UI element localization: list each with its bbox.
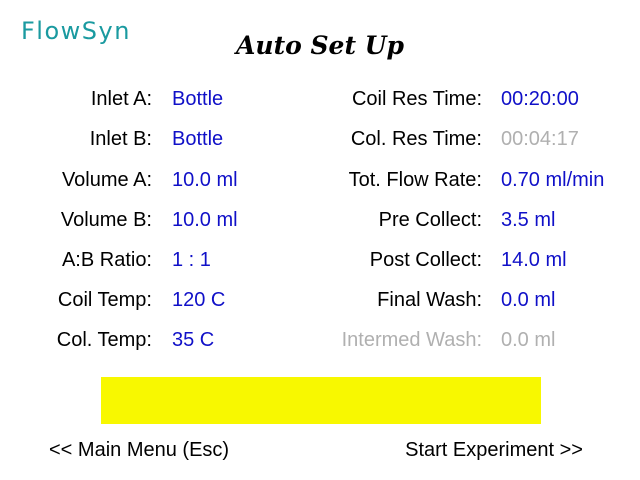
tot-flow-rate-label: Tot. Flow Rate: xyxy=(348,169,482,191)
coil-res-time-value[interactable]: 00:20:00 xyxy=(501,88,579,110)
coil-temp-label: Coil Temp: xyxy=(57,289,152,311)
volume-a-label: Volume A: xyxy=(61,169,152,191)
status-message-bar xyxy=(101,377,541,424)
coil-temp-value[interactable]: 120 C xyxy=(172,289,225,311)
final-wash-value[interactable]: 0.0 ml xyxy=(501,289,555,311)
inlet-a-value[interactable]: Bottle xyxy=(172,88,223,110)
start-experiment-button[interactable]: Start Experiment >> xyxy=(405,439,583,461)
inlet-b-value[interactable]: Bottle xyxy=(172,128,223,150)
volume-b-value[interactable]: 10.0 ml xyxy=(172,209,238,231)
volume-a-value[interactable]: 10.0 ml xyxy=(172,169,238,191)
final-wash-label: Final Wash: xyxy=(377,289,482,311)
col-res-time-value: 00:04:17 xyxy=(501,128,579,150)
col-temp-label: Col. Temp: xyxy=(56,329,152,351)
intermed-wash-value: 0.0 ml xyxy=(501,329,556,351)
pre-collect-label: Pre Collect: xyxy=(378,209,482,231)
pre-collect-value[interactable]: 3.5 ml xyxy=(501,209,555,231)
inlet-b-label: Inlet B: xyxy=(89,128,152,150)
main-menu-button[interactable]: << Main Menu (Esc) xyxy=(49,439,229,461)
post-collect-value[interactable]: 14.0 ml xyxy=(501,249,567,271)
tot-flow-rate-value[interactable]: 0.70 ml/min xyxy=(501,169,604,191)
inlet-a-label: Inlet A: xyxy=(90,88,152,110)
page-title: Auto Set Up xyxy=(236,31,404,60)
post-collect-label: Post Collect: xyxy=(369,249,482,271)
ab-ratio-value[interactable]: 1 : 1 xyxy=(172,249,211,271)
intermed-wash-label: Intermed Wash: xyxy=(341,329,482,351)
col-res-time-label: Col. Res Time: xyxy=(350,128,482,150)
col-temp-value[interactable]: 35 C xyxy=(172,329,214,351)
coil-res-time-label: Coil Res Time: xyxy=(351,88,482,110)
ab-ratio-label: A:B Ratio: xyxy=(61,249,152,271)
volume-b-label: Volume B: xyxy=(60,209,152,231)
